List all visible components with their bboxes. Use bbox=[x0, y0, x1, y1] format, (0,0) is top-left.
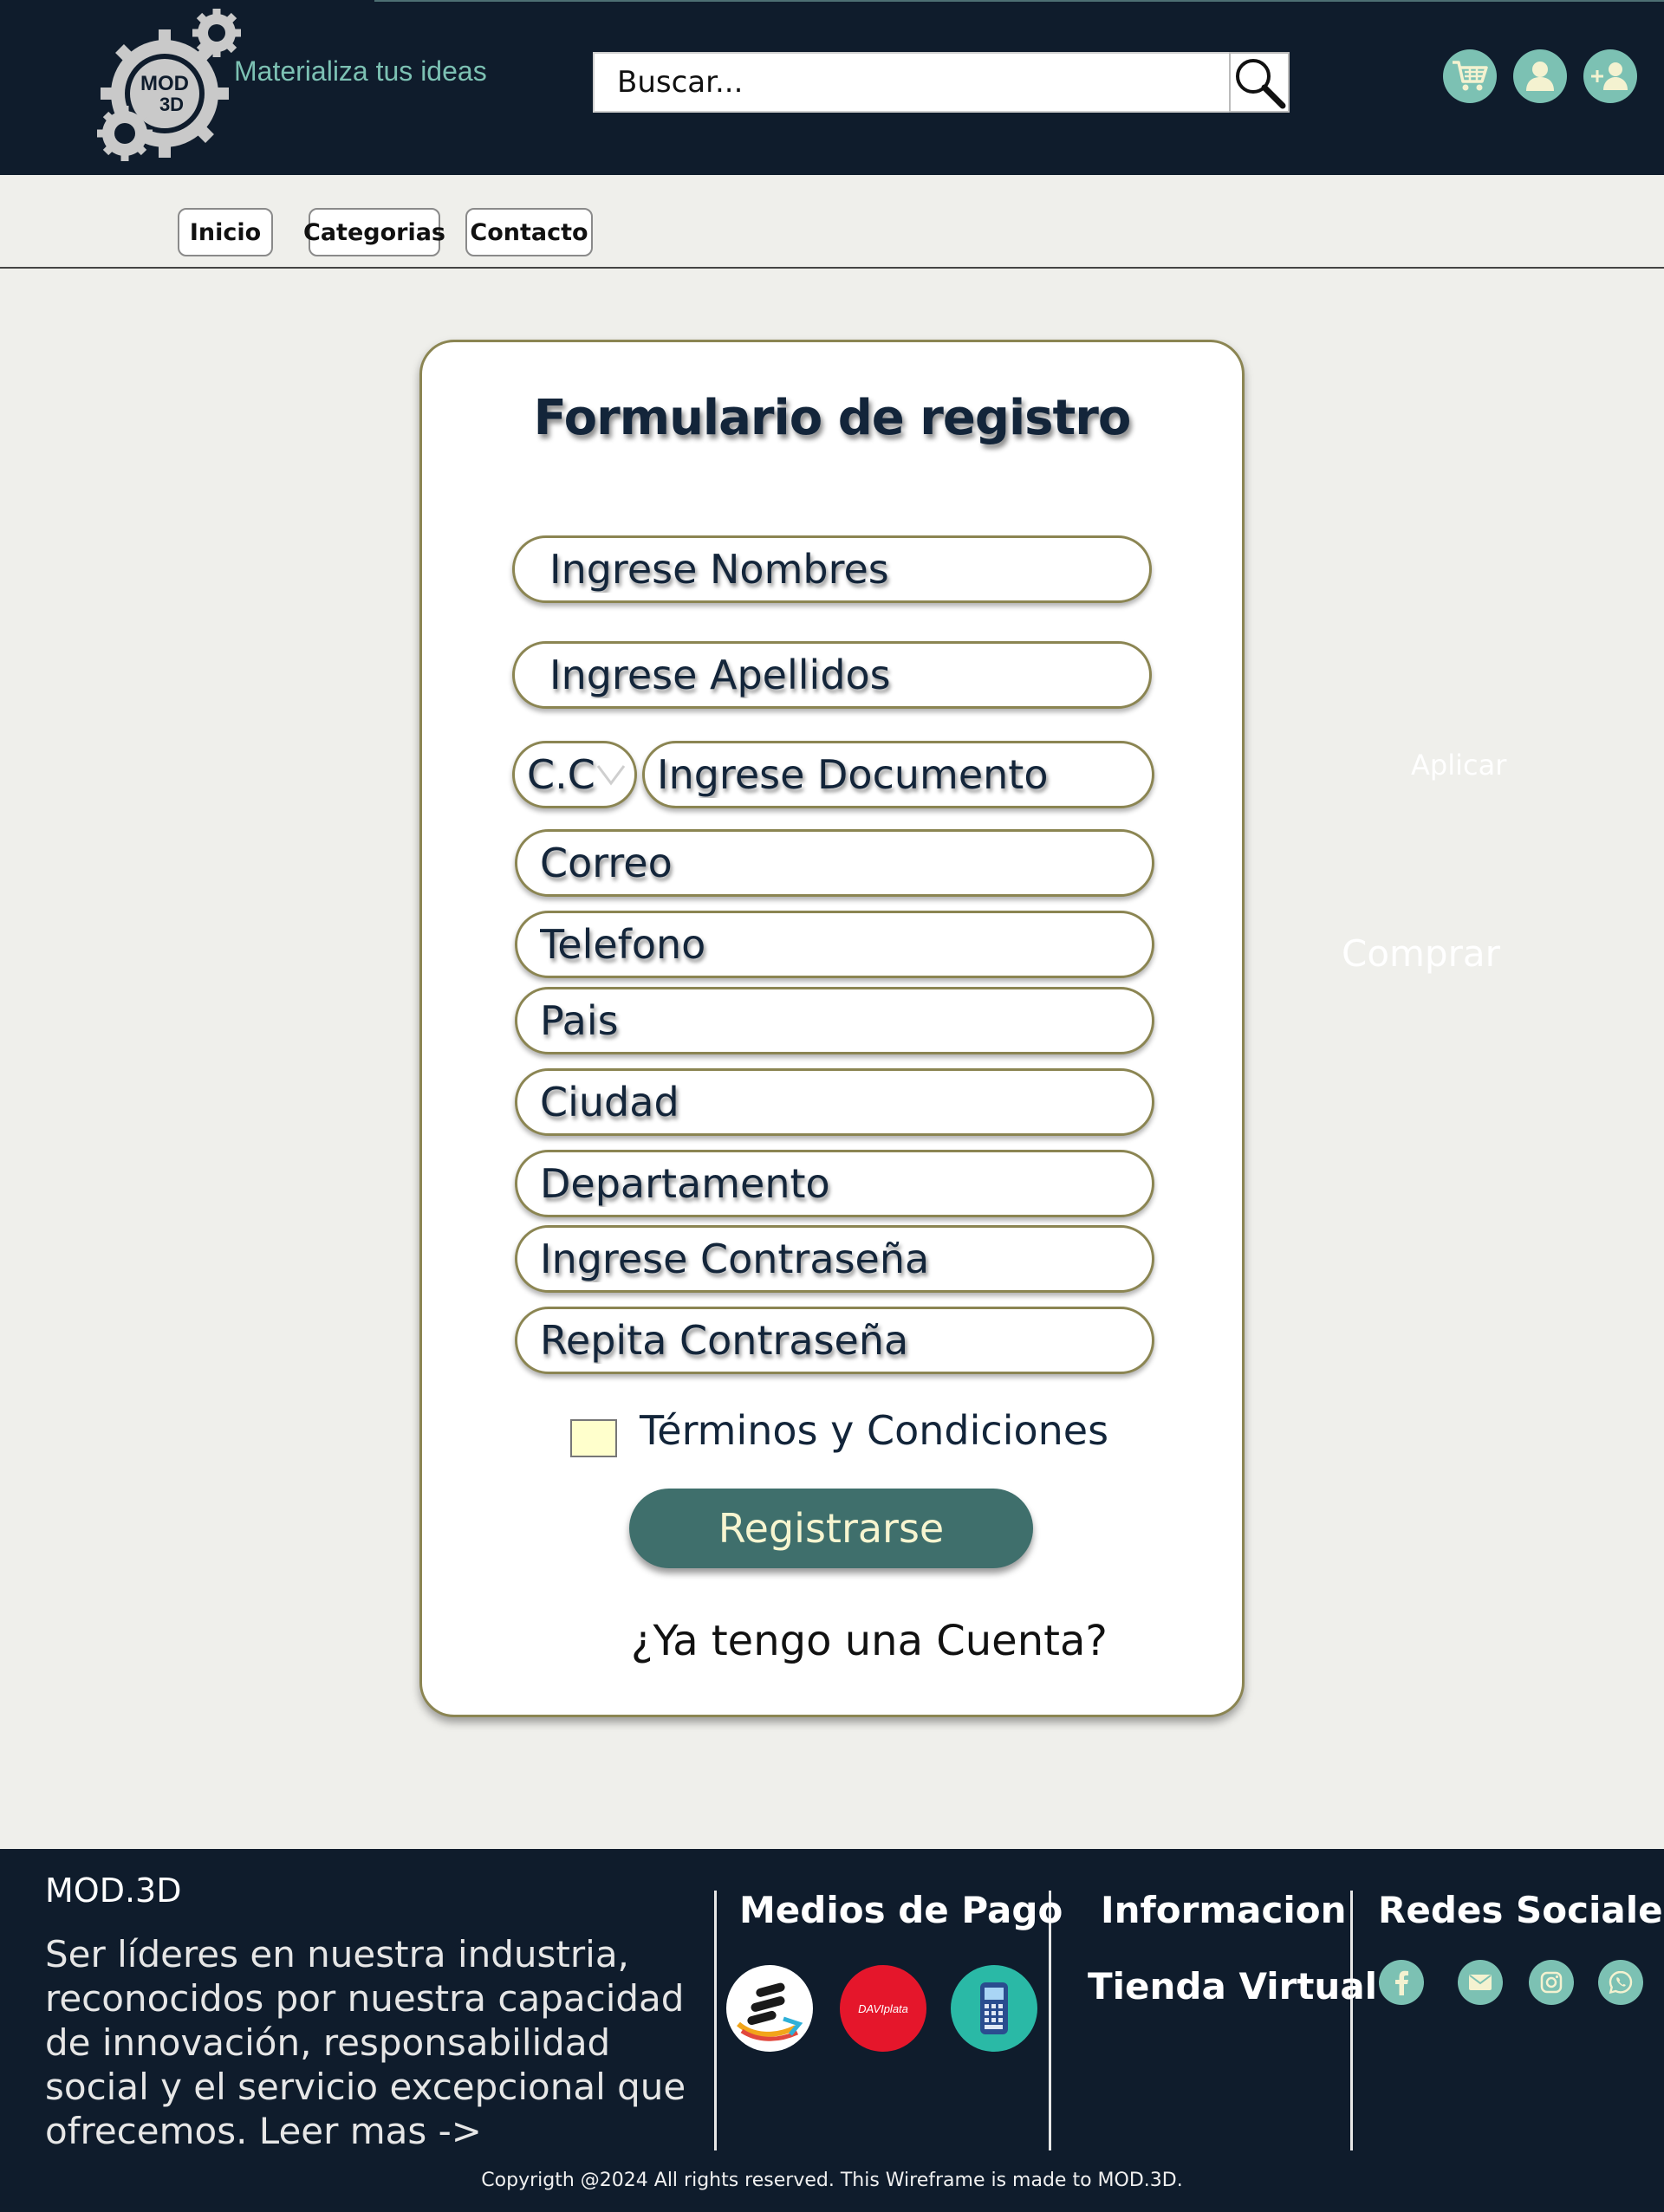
add-user-icon bbox=[1591, 62, 1628, 90]
terms-label[interactable]: Términos y Condiciones bbox=[640, 1407, 1108, 1454]
header-accent-line bbox=[374, 0, 1664, 2]
search-input[interactable] bbox=[595, 54, 1229, 111]
password-repeat-field bbox=[515, 1307, 1154, 1374]
payments-heading: Medios de Pago bbox=[739, 1889, 1063, 1931]
nav-inicio[interactable]: Inicio bbox=[178, 208, 273, 256]
footer-brand: MOD.3D bbox=[45, 1871, 182, 1910]
efecty-icon bbox=[737, 1982, 803, 2041]
facebook-icon bbox=[1395, 1970, 1408, 1995]
pais-input[interactable] bbox=[540, 989, 1152, 1052]
cart-button[interactable] bbox=[1443, 49, 1497, 103]
whatsapp-icon bbox=[1609, 1970, 1633, 1995]
documento-field bbox=[642, 741, 1154, 808]
nombres-field bbox=[512, 535, 1152, 603]
instagram-icon bbox=[1540, 1971, 1563, 1994]
document-type-value: C.C bbox=[527, 751, 595, 798]
datafono-payment-logo[interactable] bbox=[951, 1965, 1037, 2052]
document-type-select[interactable]: C.C bbox=[512, 741, 637, 808]
cart-icon bbox=[1453, 61, 1488, 91]
nav-categorias[interactable]: Categorias bbox=[303, 208, 445, 256]
apply-ghost-label: Aplicar bbox=[1411, 749, 1507, 782]
logo-text-line2: 3D bbox=[159, 94, 184, 115]
email-icon bbox=[1469, 1975, 1492, 1990]
chevron-down-icon bbox=[596, 765, 626, 786]
terms-checkbox[interactable] bbox=[570, 1419, 617, 1457]
nav-divider bbox=[0, 267, 1664, 269]
documento-input[interactable] bbox=[657, 743, 1152, 806]
payment-terminal-icon bbox=[980, 1982, 1008, 2034]
footer-mission-text: Ser líderes en nuestra industria, recono… bbox=[45, 1933, 686, 2152]
buy-ghost-label: Comprar bbox=[1342, 932, 1500, 975]
search-button[interactable] bbox=[1229, 52, 1290, 113]
facebook-link[interactable] bbox=[1379, 1960, 1424, 2005]
account-button[interactable] bbox=[1513, 49, 1567, 103]
search-icon bbox=[1236, 59, 1286, 109]
search-box bbox=[593, 52, 1231, 113]
telefono-input[interactable] bbox=[540, 913, 1152, 976]
ciudad-field bbox=[515, 1068, 1154, 1136]
info-heading: Informacion bbox=[1101, 1889, 1347, 1931]
existing-account-link[interactable]: ¿Ya tengo una Cuenta? bbox=[631, 1617, 1108, 1665]
register-button[interactable]: Registrarse bbox=[629, 1489, 1033, 1568]
mod3d-logo[interactable]: MOD 3D bbox=[94, 7, 246, 166]
ciudad-input[interactable] bbox=[540, 1071, 1152, 1133]
password-repeat-input[interactable] bbox=[540, 1309, 1152, 1372]
nav-contacto[interactable]: Contacto bbox=[465, 208, 593, 256]
logo-text-line1: MOD bbox=[140, 72, 189, 95]
password-input[interactable] bbox=[540, 1228, 1152, 1290]
footer-divider bbox=[714, 1891, 717, 2150]
footer-divider bbox=[1350, 1891, 1353, 2150]
apellidos-field bbox=[512, 641, 1152, 709]
departamento-input[interactable] bbox=[540, 1152, 1152, 1215]
email-link[interactable] bbox=[1458, 1960, 1503, 2005]
efecty-payment-logo[interactable] bbox=[726, 1965, 813, 2052]
departamento-field bbox=[515, 1150, 1154, 1217]
copyright-text: Copyrigth @2024 All rights reserved. Thi… bbox=[481, 2170, 1183, 2191]
correo-field bbox=[515, 829, 1154, 897]
instagram-link[interactable] bbox=[1529, 1960, 1574, 2005]
telefono-field bbox=[515, 911, 1154, 978]
social-heading: Redes Sociales bbox=[1378, 1889, 1664, 1931]
add-user-button[interactable] bbox=[1583, 49, 1637, 103]
form-title: Formulario de registro bbox=[533, 390, 1132, 446]
pais-field bbox=[515, 987, 1154, 1054]
whatsapp-link[interactable] bbox=[1598, 1960, 1643, 2005]
daviplata-label: DAVIplata bbox=[858, 2001, 908, 2015]
apellidos-input[interactable] bbox=[549, 644, 1149, 706]
nombres-input[interactable] bbox=[549, 538, 1149, 600]
header-tagline: Materializa tus ideas bbox=[234, 55, 487, 87]
tienda-virtual-link[interactable]: Tienda Virtual bbox=[1088, 1965, 1377, 2008]
password-field bbox=[515, 1225, 1154, 1293]
daviplata-payment-logo[interactable]: DAVIplata bbox=[840, 1965, 926, 2052]
correo-input[interactable] bbox=[540, 832, 1152, 894]
user-icon bbox=[1526, 62, 1554, 91]
